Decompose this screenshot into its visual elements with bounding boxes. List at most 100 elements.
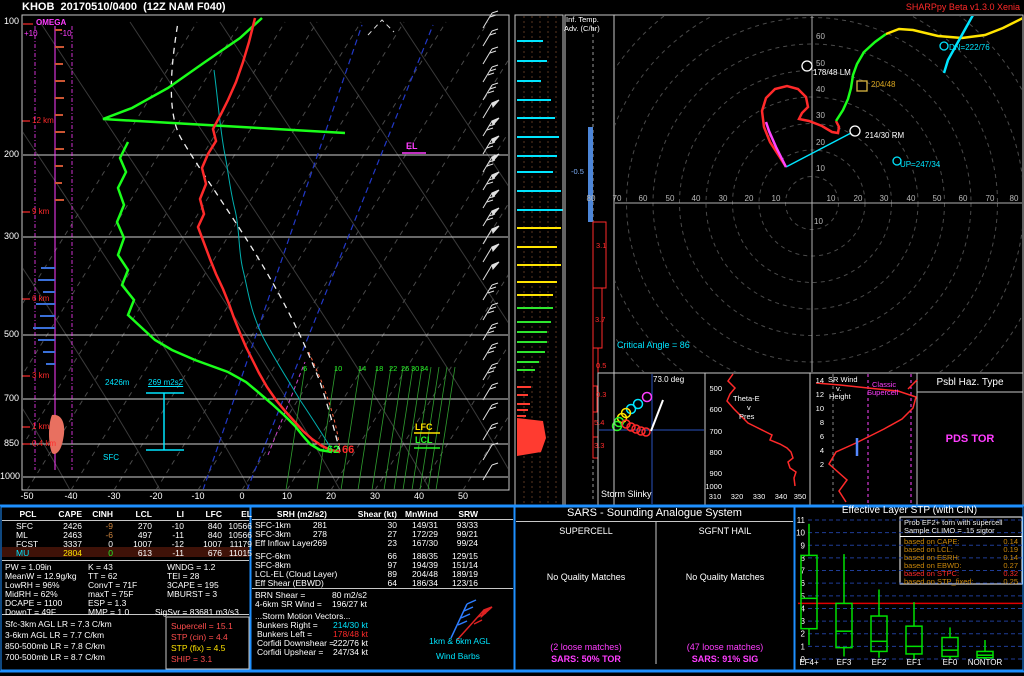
sars-supercell-loose[interactable]: (2 loose matches): [520, 643, 652, 652]
adv-cool-value: -0.5: [571, 168, 584, 176]
pcl-header: EL: [216, 510, 252, 519]
hodo-ring-label: 20: [742, 195, 756, 203]
lapse-rate: Sfc-3km AGL LR = 7.3 C/km: [5, 620, 112, 629]
stp-ytick: 9: [801, 541, 806, 550]
kin-srw: 99/24: [433, 539, 478, 548]
kin-barb-graphic: [451, 600, 492, 640]
pressure-label: 850: [0, 439, 19, 448]
kin-header: SRW: [438, 510, 478, 519]
lfc-label: LFC: [415, 423, 433, 432]
lapse-rate: 850-500mb LR = 7.8 C/km: [5, 642, 105, 651]
adv-warm-value: 3.7: [595, 316, 605, 324]
srwind-ytick: 6: [811, 433, 824, 441]
temp-tick: 10: [275, 492, 299, 501]
lcl-label: LCL: [415, 436, 433, 445]
adv-warm-value: 3.3: [594, 442, 604, 450]
lapse-rate: 3-6km AGL LR = 7.7 C/km: [5, 631, 104, 640]
hodo-ring-label: 30: [716, 195, 730, 203]
graphics-layer: 01234567891011EF4+EF3EF2EF1EF0NONTOR: [0, 0, 1024, 676]
stp-category: NONTOR: [968, 658, 1003, 667]
hodo-ring-label: 60: [816, 33, 825, 41]
stp-title: Effective Layer STP (with CIN): [795, 506, 1024, 517]
lapse-rate: 700-500mb LR = 8.7 C/km: [5, 653, 105, 662]
mean-wind-label: 204/48: [871, 81, 895, 89]
kin-shear: 64: [357, 579, 397, 588]
temp-tick: 50: [451, 492, 475, 501]
stp-box: [906, 626, 922, 654]
kin-srw: 123/16: [433, 579, 478, 588]
omega-minus: -10: [60, 30, 72, 38]
critical-angle-label: Critical Angle = 86: [617, 341, 690, 350]
pressure-label: 200: [0, 150, 19, 159]
panel-borders: [0, 15, 1024, 672]
omega-profile: [22, 24, 72, 470]
thermo-item: MMP = 1.0: [88, 608, 129, 617]
thetae-title-3: Pres: [739, 413, 754, 421]
thetae-xtick: 350: [791, 493, 809, 501]
mixing-label: 10: [334, 365, 342, 373]
el-label: EL: [406, 142, 418, 151]
srwind-ytick: 10: [811, 405, 824, 413]
pcl-cinh: 0: [77, 549, 113, 558]
thetae-ytick: 1000: [700, 483, 722, 491]
stp-prob-value: 0.25: [988, 578, 1018, 586]
mixing-label: 14: [358, 365, 366, 373]
kin-srh: 269: [287, 539, 327, 548]
stp-prob-label: based on STP_fixed:: [904, 578, 974, 586]
classic-supercell-label-2: Supercell: [867, 389, 898, 397]
hodo-ring-label: 40: [816, 86, 825, 94]
srwind-title-1: SR Wind: [828, 376, 858, 384]
hodo-ring-label: 10: [769, 195, 783, 203]
temp-tick: -10: [186, 492, 210, 501]
omega-plus: +10: [24, 30, 38, 38]
stp-box: [836, 603, 852, 647]
thetae-xtick: 320: [728, 493, 746, 501]
corfidi-up-row-label: Corfidi Upshear =: [257, 648, 323, 657]
temp-tick: 30: [363, 492, 387, 501]
thetae-xtick: 310: [706, 493, 724, 501]
barb-caption-2: Wind Barbs: [436, 652, 480, 661]
mixing-label: 22: [389, 365, 397, 373]
left-mover-label: 178/48 LM: [813, 69, 851, 77]
temp-tick: 20: [319, 492, 343, 501]
right-mover-label: 214/30 RM: [865, 132, 904, 140]
thetae-ytick: 700: [700, 428, 722, 436]
hodo-ring-label: 80: [584, 195, 598, 203]
sars-hail-status: No Quality Matches: [660, 573, 790, 582]
supercell-composite: Supercell = 15.1: [171, 622, 233, 631]
height-label: 0.4 km: [32, 440, 56, 448]
adv-title-1: Inf. Temp.: [566, 16, 599, 24]
height-label: 3 km: [32, 372, 49, 380]
stp-box: [942, 638, 958, 657]
thetae-title-1: Theta-E: [733, 395, 760, 403]
kin-header: SRH (m2/s2): [257, 510, 327, 519]
pcl-name: MU: [16, 549, 29, 558]
hodo-ring-label: 20: [851, 195, 865, 203]
sars-hail-loose[interactable]: (47 loose matches): [660, 643, 790, 652]
slinky-title: Storm Slinky: [601, 490, 652, 499]
stp-ytick: 2: [801, 630, 806, 639]
height-label: 12 km: [32, 117, 54, 125]
hodo-ring-label: 70: [610, 195, 624, 203]
kin-shear: 23: [357, 539, 397, 548]
mixing-label: 34: [420, 365, 428, 373]
hodo-ring-label: 60: [956, 195, 970, 203]
inflow-srh: 269 m2s2: [148, 379, 183, 387]
sars-supercell-header: SUPERCELL: [520, 527, 652, 536]
mixing-label: 30: [411, 365, 419, 373]
pressure-label: 1000: [0, 472, 19, 481]
pcl-header: LI: [148, 510, 184, 519]
adv-warm-value: 5.4: [594, 419, 604, 427]
pcl-header: CINH: [77, 510, 113, 519]
app-version: SHARPpy Beta v1.3.0 Xenia: [864, 3, 1020, 12]
sfc-dewpoint: 62: [327, 445, 339, 457]
mixing-label: 6: [303, 365, 307, 373]
sr46-value: 196/27 kt: [332, 600, 367, 609]
thetae-ytick: 500: [700, 385, 722, 393]
hodo-ring-label: 50: [930, 195, 944, 203]
hodo-ring-label: 80: [1007, 195, 1021, 203]
hodo-ring-label: 10: [816, 165, 825, 173]
temp-tick: -50: [15, 492, 39, 501]
stp-category: EF0: [943, 658, 958, 667]
parcel-trace: [171, 20, 394, 452]
